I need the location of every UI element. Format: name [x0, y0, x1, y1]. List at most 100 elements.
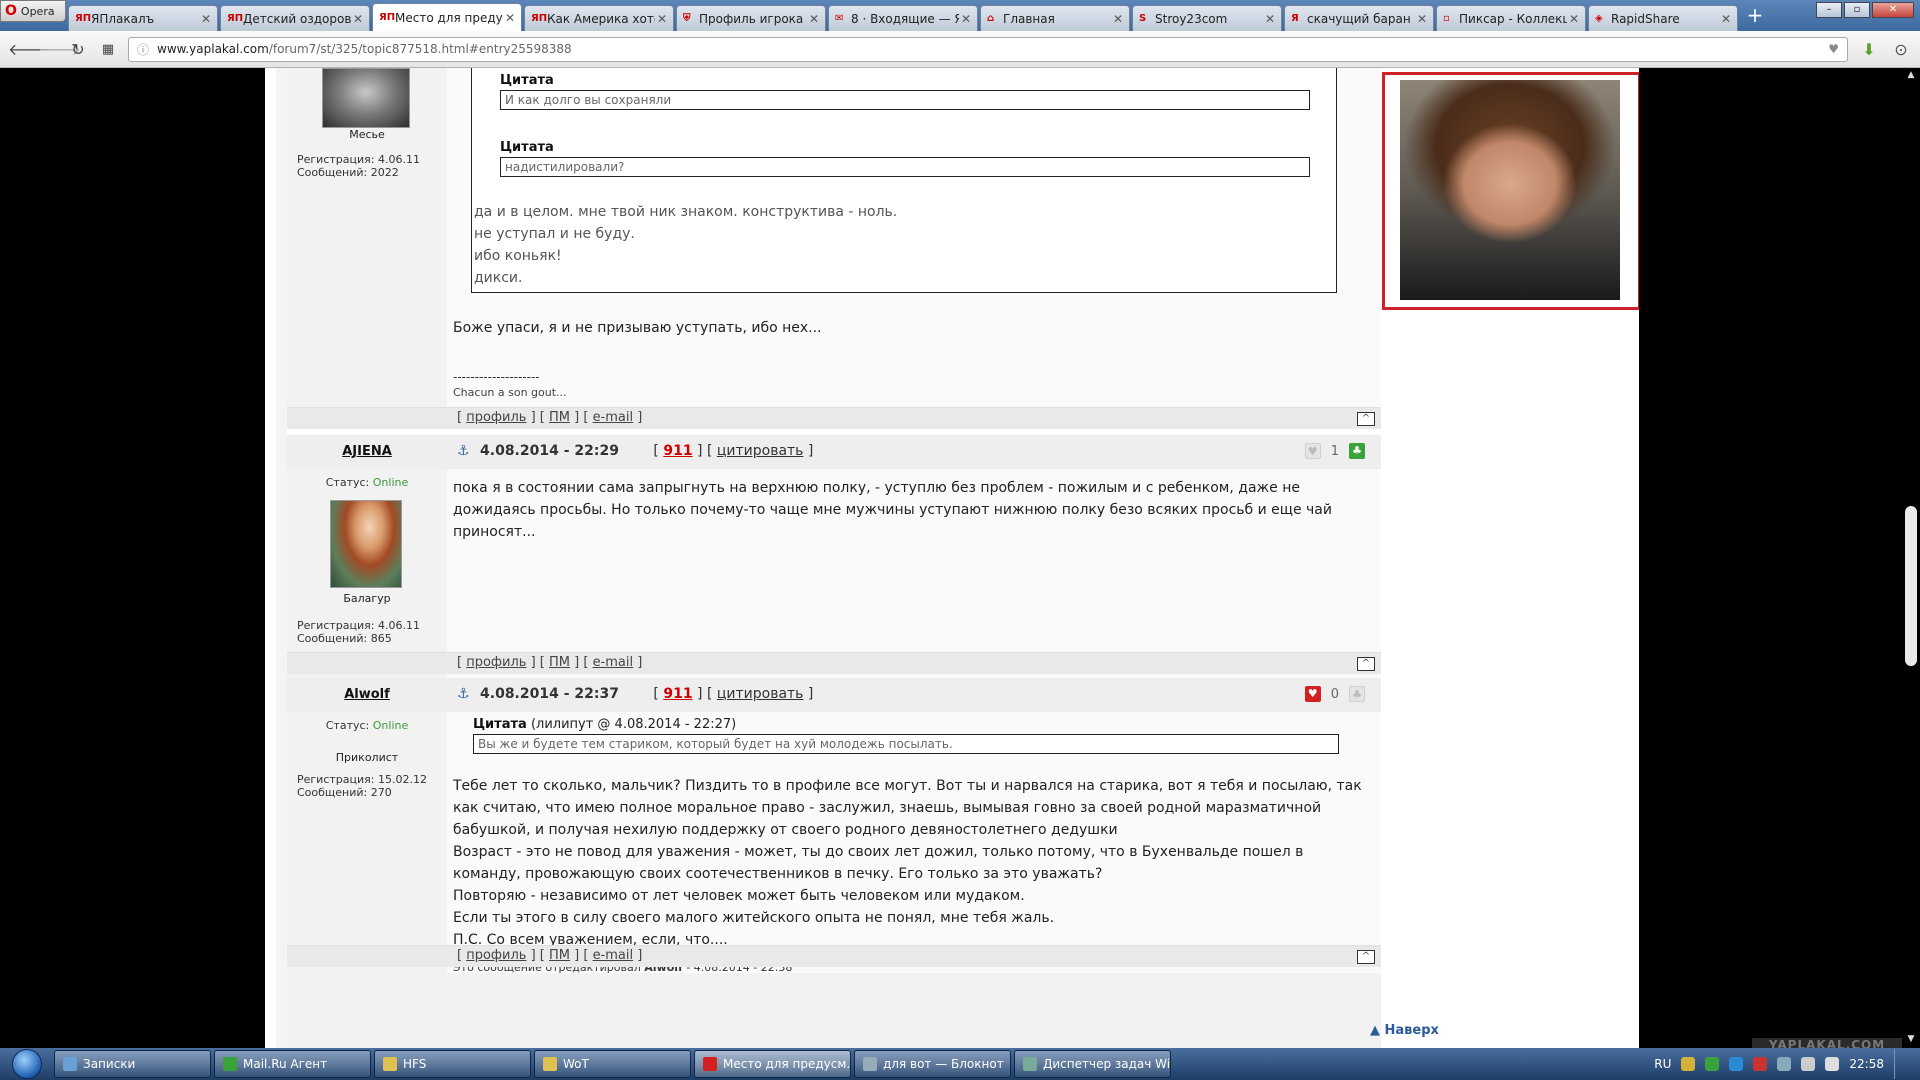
tab-title: Stroy23com — [1155, 11, 1228, 26]
post2-registration: Регистрация: 4.06.11 Сообщений: 865 — [297, 619, 420, 645]
pm-link[interactable]: ПМ — [549, 410, 570, 425]
scroll-up-button[interactable]: ^ — [1357, 657, 1375, 671]
tab-close-icon[interactable]: ✕ — [351, 12, 363, 26]
email-link[interactable]: e-mail — [593, 948, 634, 963]
quote-text: надистилировали? — [500, 157, 1310, 177]
scrollbar-thumb[interactable] — [1905, 506, 1917, 666]
tab-close-icon[interactable]: ✕ — [1719, 12, 1731, 26]
tray-volume-icon[interactable] — [1801, 1057, 1816, 1071]
quote-link[interactable]: цитировать — [717, 686, 804, 702]
quote-link[interactable]: цитировать — [717, 443, 804, 459]
tray-network-icon[interactable] — [1777, 1057, 1792, 1071]
taskbar-button[interactable]: Mail.Ru Агент — [214, 1050, 371, 1078]
anchor-icon[interactable]: ⚓ — [457, 686, 470, 702]
post2-nick[interactable]: AJIENA — [287, 444, 447, 459]
show-desktop-button[interactable] — [1894, 1049, 1906, 1079]
tray-app-icon[interactable] — [1681, 1057, 1696, 1071]
scroll-to-top-link[interactable]: ▲ Наверх — [1370, 1023, 1439, 1038]
browser-tab[interactable]: ЯПМесто для предусмотрено✕ — [372, 3, 522, 31]
browser-tab[interactable]: S Stroy23com ✕ — [1132, 5, 1282, 31]
tab-close-icon[interactable]: ✕ — [1415, 12, 1427, 26]
tray-antivirus-icon[interactable] — [1753, 1057, 1768, 1071]
profile-link[interactable]: профиль — [466, 948, 526, 963]
taskbar-button[interactable]: для вот — Блокнот — [854, 1050, 1011, 1078]
browser-tab[interactable]: ЯПКак Америка хотела✕ — [524, 5, 674, 31]
browser-tab[interactable]: ⌂ Главная ✕ — [980, 5, 1130, 31]
pm-link[interactable]: ПМ — [549, 948, 570, 963]
post3-meta: ⚓ 4.08.2014 - 22:37 [ 911 ] [ цитировать… — [457, 686, 814, 702]
browser-tab[interactable]: ✉ 8 · Входящие — Яндекс✕ — [828, 5, 978, 31]
scroll-up-button[interactable]: ^ — [1357, 950, 1375, 964]
tab-close-icon[interactable]: ✕ — [655, 12, 667, 26]
taskbar-button[interactable]: WoT — [534, 1050, 691, 1078]
scroll-up-arrow-icon[interactable]: ▲ — [1905, 70, 1917, 82]
address-bar[interactable]: ⓘ www.yaplakal.com/forum7/st/325/topic87… — [128, 36, 1848, 62]
taskbar-button[interactable]: Записки — [54, 1050, 211, 1078]
tab-close-icon[interactable]: ✕ — [1111, 12, 1123, 26]
tab-close-icon[interactable]: ✕ — [503, 11, 515, 25]
download-icon[interactable]: ⬇ — [1858, 40, 1880, 59]
new-tab-button[interactable]: + — [1744, 5, 1766, 27]
text-line: дикси. — [474, 270, 523, 286]
report-911-link[interactable]: 911 — [663, 686, 692, 702]
tab-close-icon[interactable]: ✕ — [1567, 12, 1579, 26]
post1-footer: [ профиль ] [ ПМ ] [ e-mail ] ^ — [287, 407, 1381, 429]
tab-favicon-icon: ⌂ — [987, 13, 995, 24]
post1-reply-text: Боже упаси, я и не призываю уступать, иб… — [453, 320, 822, 336]
back-button[interactable]: 🡐 — [8, 39, 51, 59]
avatar[interactable] — [330, 500, 402, 588]
sidebar-banner-frame[interactable] — [1382, 72, 1639, 310]
profile-link[interactable]: профиль — [466, 410, 526, 425]
email-link[interactable]: e-mail — [593, 410, 634, 425]
tab-close-icon[interactable]: ✕ — [959, 12, 971, 26]
window-controls: – ▫ ✕ — [1816, 2, 1914, 18]
taskbar-button[interactable]: Место для предусм... — [694, 1050, 851, 1078]
site-info-icon[interactable]: ⓘ — [137, 41, 149, 58]
taskbar-app-icon — [63, 1057, 77, 1071]
browser-tab[interactable]: Яскачущий баран на✕ — [1284, 5, 1434, 31]
browser-tab[interactable]: ЯП ЯПлакалъ ✕ — [68, 5, 218, 31]
minimize-button[interactable]: – — [1816, 2, 1842, 18]
tray-flag-icon[interactable] — [1825, 1057, 1840, 1071]
vote-up-icon[interactable]: ♣ — [1349, 686, 1365, 702]
maximize-button[interactable]: ▫ — [1844, 2, 1870, 18]
tray-skype-icon[interactable] — [1729, 1057, 1744, 1071]
pm-link[interactable]: ПМ — [549, 655, 570, 670]
vote-down-icon[interactable]: ♥ — [1304, 443, 1321, 459]
tray-mailru-icon[interactable] — [1705, 1057, 1720, 1071]
opera-turbo-icon[interactable]: ⊙ — [1890, 40, 1912, 59]
browser-tab[interactable]: ЯПДетский оздоровительный✕ — [220, 5, 370, 31]
opera-menu-label: Opera — [20, 4, 55, 18]
avatar[interactable] — [322, 68, 410, 128]
banner-image[interactable] — [1400, 80, 1620, 300]
post1-reg-date: Регистрация: 4.06.11 — [297, 153, 420, 166]
page-scrollbar[interactable]: ▲ ▼ — [1902, 68, 1920, 1048]
scroll-up-button[interactable]: ^ — [1357, 412, 1375, 426]
forward-button[interactable]: 🡒 — [38, 39, 81, 59]
taskbar-button[interactable]: HFS — [374, 1050, 531, 1078]
post3-nick[interactable]: Alwolf — [287, 687, 447, 702]
opera-menu-button[interactable]: O Opera — [0, 0, 66, 22]
anchor-icon[interactable]: ⚓ — [457, 443, 470, 459]
report-911-link[interactable]: 911 — [663, 443, 692, 459]
email-link[interactable]: e-mail — [593, 655, 634, 670]
tab-close-icon[interactable]: ✕ — [199, 12, 211, 26]
bookmark-heart-icon[interactable]: ♥ — [1828, 42, 1839, 56]
tab-close-icon[interactable]: ✕ — [807, 12, 819, 26]
scroll-down-arrow-icon[interactable]: ▼ — [1905, 1034, 1917, 1046]
browser-tab[interactable]: ⛨ Профиль игрока Ра✕ — [676, 5, 826, 31]
profile-link[interactable]: профиль — [466, 655, 526, 670]
clock[interactable]: 22:58 — [1849, 1057, 1884, 1071]
tab-close-icon[interactable]: ✕ — [1263, 12, 1275, 26]
reload-button[interactable]: ↻ — [68, 40, 88, 59]
vote-down-icon[interactable]: ♥ — [1304, 686, 1321, 702]
address-host: www.yaplakal.com — [157, 42, 269, 56]
language-indicator[interactable]: RU — [1654, 1057, 1671, 1071]
close-window-button[interactable]: ✕ — [1872, 2, 1914, 18]
browser-tab[interactable]: ▫ Пиксар - Коллекция✕ — [1436, 5, 1586, 31]
start-button[interactable] — [0, 1048, 54, 1080]
browser-tab[interactable]: ◈ RapidShare ✕ — [1588, 5, 1738, 31]
taskbar-button[interactable]: Диспетчер задач Wi... — [1014, 1050, 1171, 1078]
vote-up-icon[interactable]: ♣ — [1349, 443, 1365, 459]
speed-dial-icon[interactable]: ▦ — [98, 42, 118, 57]
